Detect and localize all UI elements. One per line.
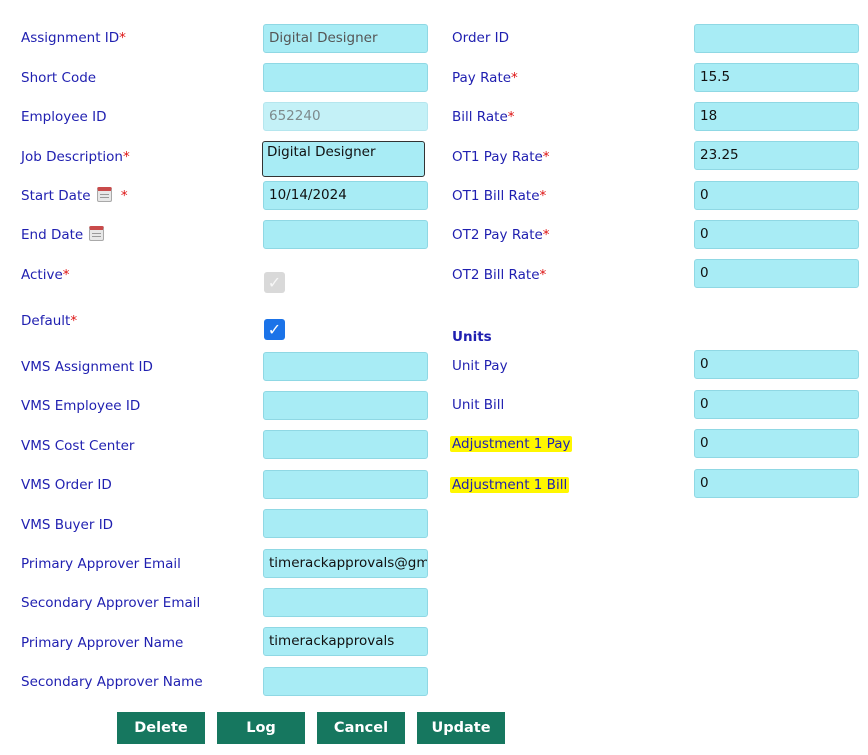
ot1-pay-rate-label: OT1 Pay Rate* (452, 149, 550, 165)
end-date-label: End Date (21, 226, 105, 244)
active-label: Active* (21, 267, 70, 283)
unit-pay-input[interactable]: 0 (694, 350, 859, 379)
vms-order-id-input[interactable] (263, 470, 428, 499)
pay-rate-input[interactable]: 15.5 (694, 63, 859, 92)
default-label: Default* (21, 313, 78, 329)
ot2-bill-rate-input[interactable]: 0 (694, 259, 859, 288)
ot2-pay-rate-input[interactable]: 0 (694, 220, 859, 249)
primary-approver-email-input[interactable]: timerackapprovals@gmai (263, 549, 428, 578)
calendar-icon[interactable] (89, 226, 105, 241)
order-id-input[interactable] (694, 24, 859, 53)
adjustment-1-pay-label: Adjustment 1 Pay (450, 436, 573, 452)
adjustment-1-pay-input[interactable]: 0 (694, 429, 859, 458)
bill-rate-label: Bill Rate* (452, 109, 515, 125)
ot1-bill-rate-label: OT1 Bill Rate* (452, 188, 547, 204)
vms-buyer-id-input[interactable] (263, 509, 428, 538)
adjustment-1-bill-label: Adjustment 1 Bill (450, 477, 570, 493)
primary-approver-email-label: Primary Approver Email (21, 556, 181, 572)
employee-id-label: Employee ID (21, 109, 107, 125)
end-date-input[interactable] (263, 220, 428, 249)
vms-cost-center-input[interactable] (263, 430, 428, 459)
job-description-label: Job Description* (21, 149, 130, 165)
job-description-textarea[interactable] (262, 141, 425, 177)
short-code-label: Short Code (21, 70, 97, 86)
secondary-approver-email-label: Secondary Approver Email (21, 595, 201, 611)
default-checkbox[interactable]: ✓ (264, 319, 285, 340)
unit-bill-input[interactable]: 0 (694, 390, 859, 419)
bill-rate-input[interactable]: 18 (694, 102, 859, 131)
vms-employee-id-label: VMS Employee ID (21, 398, 141, 414)
order-id-label: Order ID (452, 30, 510, 46)
update-button[interactable]: Update (417, 712, 505, 744)
cancel-button[interactable]: Cancel (317, 712, 405, 744)
secondary-approver-name-label: Secondary Approver Name (21, 674, 203, 690)
units-heading: Units (452, 329, 492, 345)
start-date-label: Start Date * (21, 187, 128, 204)
ot2-bill-rate-label: OT2 Bill Rate* (452, 267, 547, 283)
ot1-pay-rate-input[interactable]: 23.25 (694, 141, 859, 170)
unit-pay-label: Unit Pay (452, 358, 508, 374)
assignment-id-label: Assignment ID* (21, 30, 126, 46)
log-button[interactable]: Log (217, 712, 305, 744)
unit-bill-label: Unit Bill (452, 397, 505, 413)
adjustment-1-bill-input[interactable]: 0 (694, 469, 859, 498)
assignment-id-input[interactable]: Digital Designer (263, 24, 428, 53)
ot1-bill-rate-input[interactable]: 0 (694, 181, 859, 210)
active-checkbox: ✓ (264, 272, 285, 293)
short-code-input[interactable] (263, 63, 428, 92)
start-date-input[interactable]: 10/14/2024 (263, 181, 428, 210)
vms-assignment-id-label: VMS Assignment ID (21, 359, 153, 375)
delete-button[interactable]: Delete (117, 712, 205, 744)
primary-approver-name-label: Primary Approver Name (21, 635, 184, 651)
vms-cost-center-label: VMS Cost Center (21, 438, 135, 454)
calendar-icon[interactable] (96, 187, 112, 202)
pay-rate-label: Pay Rate* (452, 70, 518, 86)
secondary-approver-name-input[interactable] (263, 667, 428, 696)
vms-assignment-id-input[interactable] (263, 352, 428, 381)
employee-id-input: 652240 (263, 102, 428, 131)
vms-buyer-id-label: VMS Buyer ID (21, 517, 114, 533)
primary-approver-name-input[interactable]: timerackapprovals (263, 627, 428, 656)
vms-employee-id-input[interactable] (263, 391, 428, 420)
secondary-approver-email-input[interactable] (263, 588, 428, 617)
ot2-pay-rate-label: OT2 Pay Rate* (452, 227, 550, 243)
vms-order-id-label: VMS Order ID (21, 477, 112, 493)
